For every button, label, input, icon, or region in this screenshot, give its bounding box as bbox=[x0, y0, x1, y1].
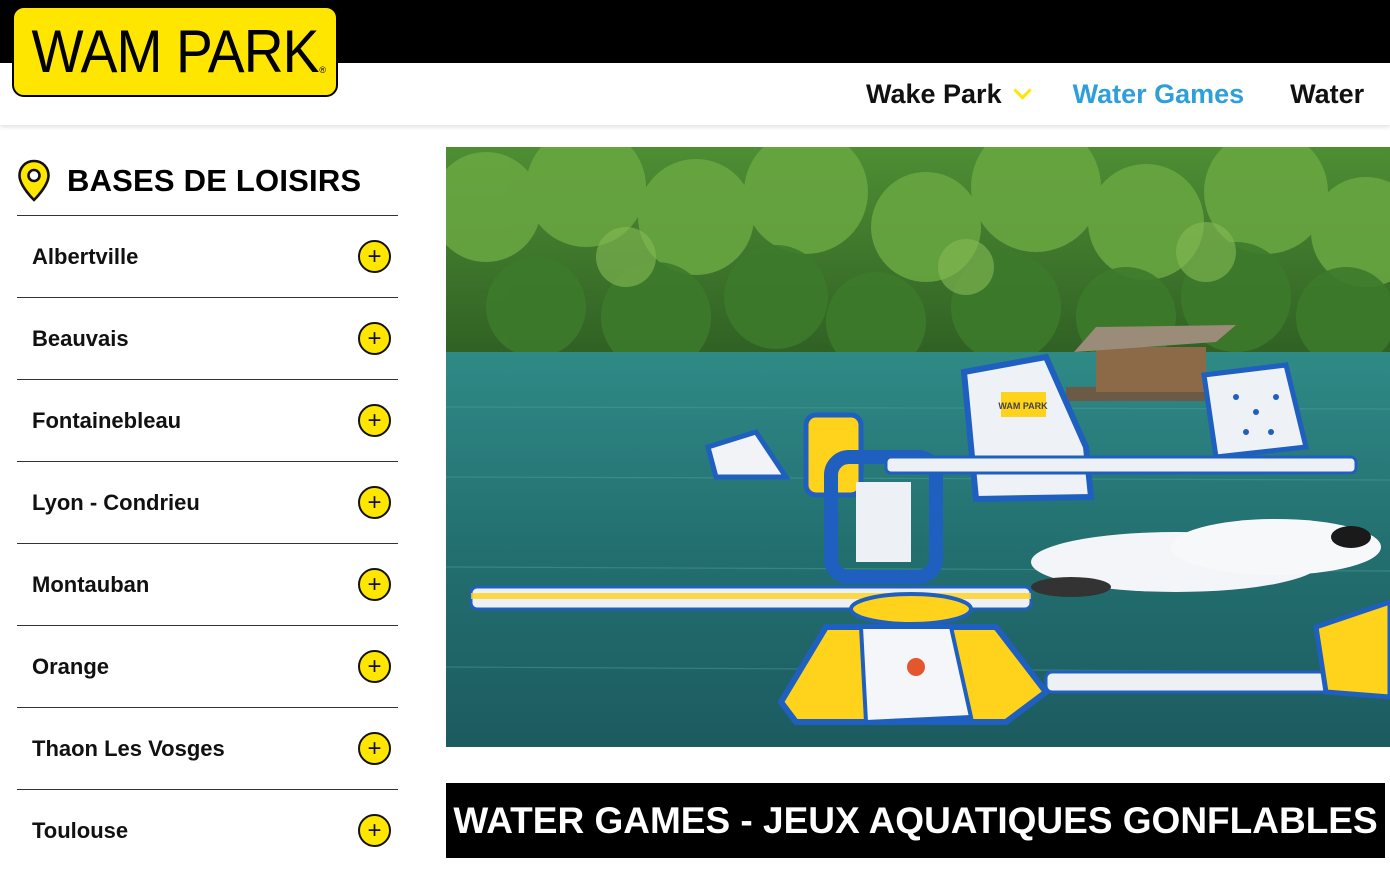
plus-circle-icon[interactable]: + bbox=[358, 650, 391, 683]
nav-item-label: Water bbox=[1290, 78, 1365, 109]
nav-item-label: Wake Park bbox=[866, 78, 1002, 109]
list-item-label: Fontainebleau bbox=[32, 407, 182, 433]
plus-circle-icon[interactable]: + bbox=[358, 732, 391, 765]
list-item-label: Montauban bbox=[32, 571, 150, 597]
sidebar-title: BASES DE LOISIRS bbox=[67, 163, 362, 198]
plus-circle-icon[interactable]: + bbox=[358, 814, 391, 847]
logo-text: WAM PARK bbox=[31, 17, 319, 85]
page-title: WATER GAMES - JEUX AQUATIQUES GONFLABLES bbox=[453, 799, 1378, 841]
list-item-beauvais[interactable]: Beauvais + bbox=[17, 298, 398, 380]
sidebar-header: BASES DE LOISIRS bbox=[17, 147, 398, 215]
nav-item-water-games[interactable]: Water Games bbox=[1073, 79, 1245, 110]
list-item-albertville[interactable]: Albertville + bbox=[17, 216, 398, 298]
nav-item-water[interactable]: Water bbox=[1290, 79, 1364, 110]
nav-item-label: Water Games bbox=[1072, 78, 1245, 109]
plus-circle-icon[interactable]: + bbox=[358, 486, 391, 519]
plus-circle-icon[interactable]: + bbox=[358, 568, 391, 601]
nav-item-wake-park[interactable]: Wake Park bbox=[866, 78, 1032, 110]
plus-circle-icon[interactable]: + bbox=[358, 322, 391, 355]
list-item-label: Toulouse bbox=[32, 817, 129, 843]
list-item-montauban[interactable]: Montauban + bbox=[17, 544, 398, 626]
plus-circle-icon[interactable]: + bbox=[358, 240, 391, 273]
list-item-label: Beauvais bbox=[32, 325, 129, 351]
hero-image: WAM PARK bbox=[446, 147, 1390, 747]
list-item-lyon-condrieu[interactable]: Lyon - Condrieu + bbox=[17, 462, 398, 544]
list-item-orange[interactable]: Orange + bbox=[17, 626, 398, 708]
list-item-toulouse[interactable]: Toulouse + bbox=[17, 790, 398, 871]
sidebar: BASES DE LOISIRS Albertville + Beauvais … bbox=[17, 147, 398, 871]
list-item-label: Lyon - Condrieu bbox=[32, 489, 200, 515]
location-pin-icon bbox=[18, 159, 50, 202]
list-item-thaon-les-vosges[interactable]: Thaon Les Vosges + bbox=[17, 708, 398, 790]
registered-mark: ® bbox=[319, 65, 326, 75]
list-item-label: Thaon Les Vosges bbox=[32, 735, 225, 761]
wam-park-logo[interactable]: WAM PARK ® bbox=[12, 6, 338, 97]
bases-list: Albertville + Beauvais + Fontainebleau +… bbox=[17, 215, 398, 871]
list-item-label: Albertville bbox=[32, 243, 139, 269]
hero-logo-label: WAM PARK bbox=[998, 401, 1048, 411]
list-item-fontainebleau[interactable]: Fontainebleau + bbox=[17, 380, 398, 462]
water-park-illustration: WAM PARK bbox=[446, 147, 1390, 747]
chevron-down-icon bbox=[1012, 80, 1032, 100]
plus-circle-icon[interactable]: + bbox=[358, 404, 391, 437]
main-nav: Wake Park Water Games Water bbox=[866, 63, 1364, 125]
page-title-banner: WATER GAMES - JEUX AQUATIQUES GONFLABLES bbox=[446, 783, 1385, 858]
list-item-label: Orange bbox=[32, 653, 110, 679]
